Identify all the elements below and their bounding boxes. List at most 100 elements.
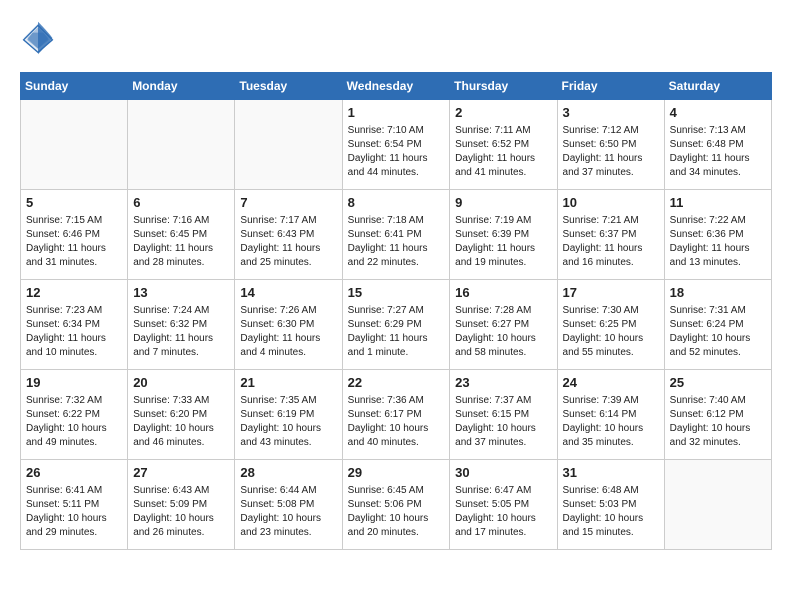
calendar-cell: 26 Sunrise: 6:41 AM Sunset: 5:11 PM Dayli… <box>21 460 128 550</box>
day-info: Sunrise: 6:43 AM Sunset: 5:09 PM Dayligh… <box>133 484 229 540</box>
day-number: 7 <box>240 194 336 212</box>
day-number: 5 <box>26 194 122 212</box>
day-number: 9 <box>455 194 551 212</box>
calendar: SundayMondayTuesdayWednesdayThursdayFrid… <box>20 72 772 550</box>
calendar-week-row: 26 Sunrise: 6:41 AM Sunset: 5:11 PM Dayli… <box>21 460 772 550</box>
day-info: Sunrise: 7:19 AM Sunset: 6:39 PM Dayligh… <box>455 214 551 270</box>
day-number: 28 <box>240 464 336 482</box>
calendar-cell: 31Sunrise: 6:48 AM Sunset: 5:03 PM Dayli… <box>557 460 664 550</box>
calendar-cell <box>235 100 342 190</box>
day-info: Sunrise: 7:26 AM Sunset: 6:30 PM Dayligh… <box>240 304 336 360</box>
calendar-cell: 8 Sunrise: 7:18 AM Sunset: 6:41 PM Daylig… <box>342 190 450 280</box>
day-info: Sunrise: 7:33 AM Sunset: 6:20 PM Dayligh… <box>133 394 229 450</box>
day-number: 27 <box>133 464 229 482</box>
calendar-cell: 5 Sunrise: 7:15 AM Sunset: 6:46 PM Daylig… <box>21 190 128 280</box>
day-info: Sunrise: 7:13 AM Sunset: 6:48 PM Dayligh… <box>670 124 766 180</box>
calendar-cell: 24Sunrise: 7:39 AM Sunset: 6:14 PM Dayli… <box>557 370 664 460</box>
day-info: Sunrise: 7:27 AM Sunset: 6:29 PM Dayligh… <box>348 304 445 360</box>
calendar-cell: 20 Sunrise: 7:33 AM Sunset: 6:20 PM Dayli… <box>128 370 235 460</box>
logo <box>20 20 62 56</box>
day-info: Sunrise: 7:32 AM Sunset: 6:22 PM Dayligh… <box>26 394 122 450</box>
day-number: 30 <box>455 464 551 482</box>
calendar-cell: 1 Sunrise: 7:10 AM Sunset: 6:54 PM Daylig… <box>342 100 450 190</box>
day-number: 21 <box>240 374 336 392</box>
calendar-week-row: 5 Sunrise: 7:15 AM Sunset: 6:46 PM Daylig… <box>21 190 772 280</box>
day-header-tuesday: Tuesday <box>235 73 342 100</box>
day-number: 3 <box>563 104 659 122</box>
calendar-cell: 30 Sunrise: 6:47 AM Sunset: 5:05 PM Dayli… <box>450 460 557 550</box>
calendar-cell: 9 Sunrise: 7:19 AM Sunset: 6:39 PM Daylig… <box>450 190 557 280</box>
calendar-cell: 16 Sunrise: 7:28 AM Sunset: 6:27 PM Dayli… <box>450 280 557 370</box>
calendar-cell: 19 Sunrise: 7:32 AM Sunset: 6:22 PM Dayli… <box>21 370 128 460</box>
day-number: 8 <box>348 194 445 212</box>
day-number: 1 <box>348 104 445 122</box>
calendar-cell: 2Sunrise: 7:11 AM Sunset: 6:52 PM Daylig… <box>450 100 557 190</box>
calendar-cell: 10 Sunrise: 7:21 AM Sunset: 6:37 PM Dayli… <box>557 190 664 280</box>
day-number: 13 <box>133 284 229 302</box>
logo-icon <box>20 20 56 56</box>
calendar-cell: 25 Sunrise: 7:40 AM Sunset: 6:12 PM Dayli… <box>664 370 771 460</box>
day-number: 24 <box>563 374 659 392</box>
day-info: Sunrise: 7:22 AM Sunset: 6:36 PM Dayligh… <box>670 214 766 270</box>
calendar-cell: 17 Sunrise: 7:30 AM Sunset: 6:25 PM Dayli… <box>557 280 664 370</box>
day-header-wednesday: Wednesday <box>342 73 450 100</box>
day-number: 26 <box>26 464 122 482</box>
day-info: Sunrise: 7:40 AM Sunset: 6:12 PM Dayligh… <box>670 394 766 450</box>
calendar-cell: 15Sunrise: 7:27 AM Sunset: 6:29 PM Dayli… <box>342 280 450 370</box>
day-number: 2 <box>455 104 551 122</box>
day-info: Sunrise: 6:44 AM Sunset: 5:08 PM Dayligh… <box>240 484 336 540</box>
day-number: 31 <box>563 464 659 482</box>
day-number: 29 <box>348 464 445 482</box>
calendar-cell: 13 Sunrise: 7:24 AM Sunset: 6:32 PM Dayli… <box>128 280 235 370</box>
day-number: 25 <box>670 374 766 392</box>
calendar-cell: 27 Sunrise: 6:43 AM Sunset: 5:09 PM Dayli… <box>128 460 235 550</box>
calendar-week-row: 1 Sunrise: 7:10 AM Sunset: 6:54 PM Daylig… <box>21 100 772 190</box>
calendar-cell: 22Sunrise: 7:36 AM Sunset: 6:17 PM Dayli… <box>342 370 450 460</box>
day-header-saturday: Saturday <box>664 73 771 100</box>
calendar-week-row: 12 Sunrise: 7:23 AM Sunset: 6:34 PM Dayli… <box>21 280 772 370</box>
day-info: Sunrise: 7:37 AM Sunset: 6:15 PM Dayligh… <box>455 394 551 450</box>
day-info: Sunrise: 7:24 AM Sunset: 6:32 PM Dayligh… <box>133 304 229 360</box>
day-info: Sunrise: 7:36 AM Sunset: 6:17 PM Dayligh… <box>348 394 445 450</box>
day-number: 10 <box>563 194 659 212</box>
day-info: Sunrise: 7:16 AM Sunset: 6:45 PM Dayligh… <box>133 214 229 270</box>
day-info: Sunrise: 7:30 AM Sunset: 6:25 PM Dayligh… <box>563 304 659 360</box>
day-info: Sunrise: 7:28 AM Sunset: 6:27 PM Dayligh… <box>455 304 551 360</box>
day-info: Sunrise: 7:21 AM Sunset: 6:37 PM Dayligh… <box>563 214 659 270</box>
day-info: Sunrise: 7:10 AM Sunset: 6:54 PM Dayligh… <box>348 124 445 180</box>
calendar-cell: 3 Sunrise: 7:12 AM Sunset: 6:50 PM Daylig… <box>557 100 664 190</box>
day-info: Sunrise: 7:23 AM Sunset: 6:34 PM Dayligh… <box>26 304 122 360</box>
calendar-cell: 28 Sunrise: 6:44 AM Sunset: 5:08 PM Dayli… <box>235 460 342 550</box>
day-info: Sunrise: 6:47 AM Sunset: 5:05 PM Dayligh… <box>455 484 551 540</box>
calendar-header-row: SundayMondayTuesdayWednesdayThursdayFrid… <box>21 73 772 100</box>
day-info: Sunrise: 7:31 AM Sunset: 6:24 PM Dayligh… <box>670 304 766 360</box>
calendar-cell: 14 Sunrise: 7:26 AM Sunset: 6:30 PM Dayli… <box>235 280 342 370</box>
day-info: Sunrise: 7:15 AM Sunset: 6:46 PM Dayligh… <box>26 214 122 270</box>
calendar-cell <box>664 460 771 550</box>
day-info: Sunrise: 7:18 AM Sunset: 6:41 PM Dayligh… <box>348 214 445 270</box>
day-number: 12 <box>26 284 122 302</box>
calendar-cell: 21Sunrise: 7:35 AM Sunset: 6:19 PM Dayli… <box>235 370 342 460</box>
day-number: 20 <box>133 374 229 392</box>
day-header-sunday: Sunday <box>21 73 128 100</box>
calendar-cell: 12 Sunrise: 7:23 AM Sunset: 6:34 PM Dayli… <box>21 280 128 370</box>
day-info: Sunrise: 7:12 AM Sunset: 6:50 PM Dayligh… <box>563 124 659 180</box>
day-number: 6 <box>133 194 229 212</box>
day-number: 16 <box>455 284 551 302</box>
day-number: 18 <box>670 284 766 302</box>
header <box>20 20 772 56</box>
calendar-cell: 23Sunrise: 7:37 AM Sunset: 6:15 PM Dayli… <box>450 370 557 460</box>
day-number: 4 <box>670 104 766 122</box>
day-header-thursday: Thursday <box>450 73 557 100</box>
day-number: 17 <box>563 284 659 302</box>
calendar-cell <box>128 100 235 190</box>
calendar-cell: 18 Sunrise: 7:31 AM Sunset: 6:24 PM Dayli… <box>664 280 771 370</box>
day-number: 19 <box>26 374 122 392</box>
calendar-cell: 6 Sunrise: 7:16 AM Sunset: 6:45 PM Daylig… <box>128 190 235 280</box>
day-header-monday: Monday <box>128 73 235 100</box>
day-number: 14 <box>240 284 336 302</box>
calendar-cell: 29Sunrise: 6:45 AM Sunset: 5:06 PM Dayli… <box>342 460 450 550</box>
day-info: Sunrise: 7:17 AM Sunset: 6:43 PM Dayligh… <box>240 214 336 270</box>
calendar-cell: 11Sunrise: 7:22 AM Sunset: 6:36 PM Dayli… <box>664 190 771 280</box>
day-info: Sunrise: 6:41 AM Sunset: 5:11 PM Dayligh… <box>26 484 122 540</box>
